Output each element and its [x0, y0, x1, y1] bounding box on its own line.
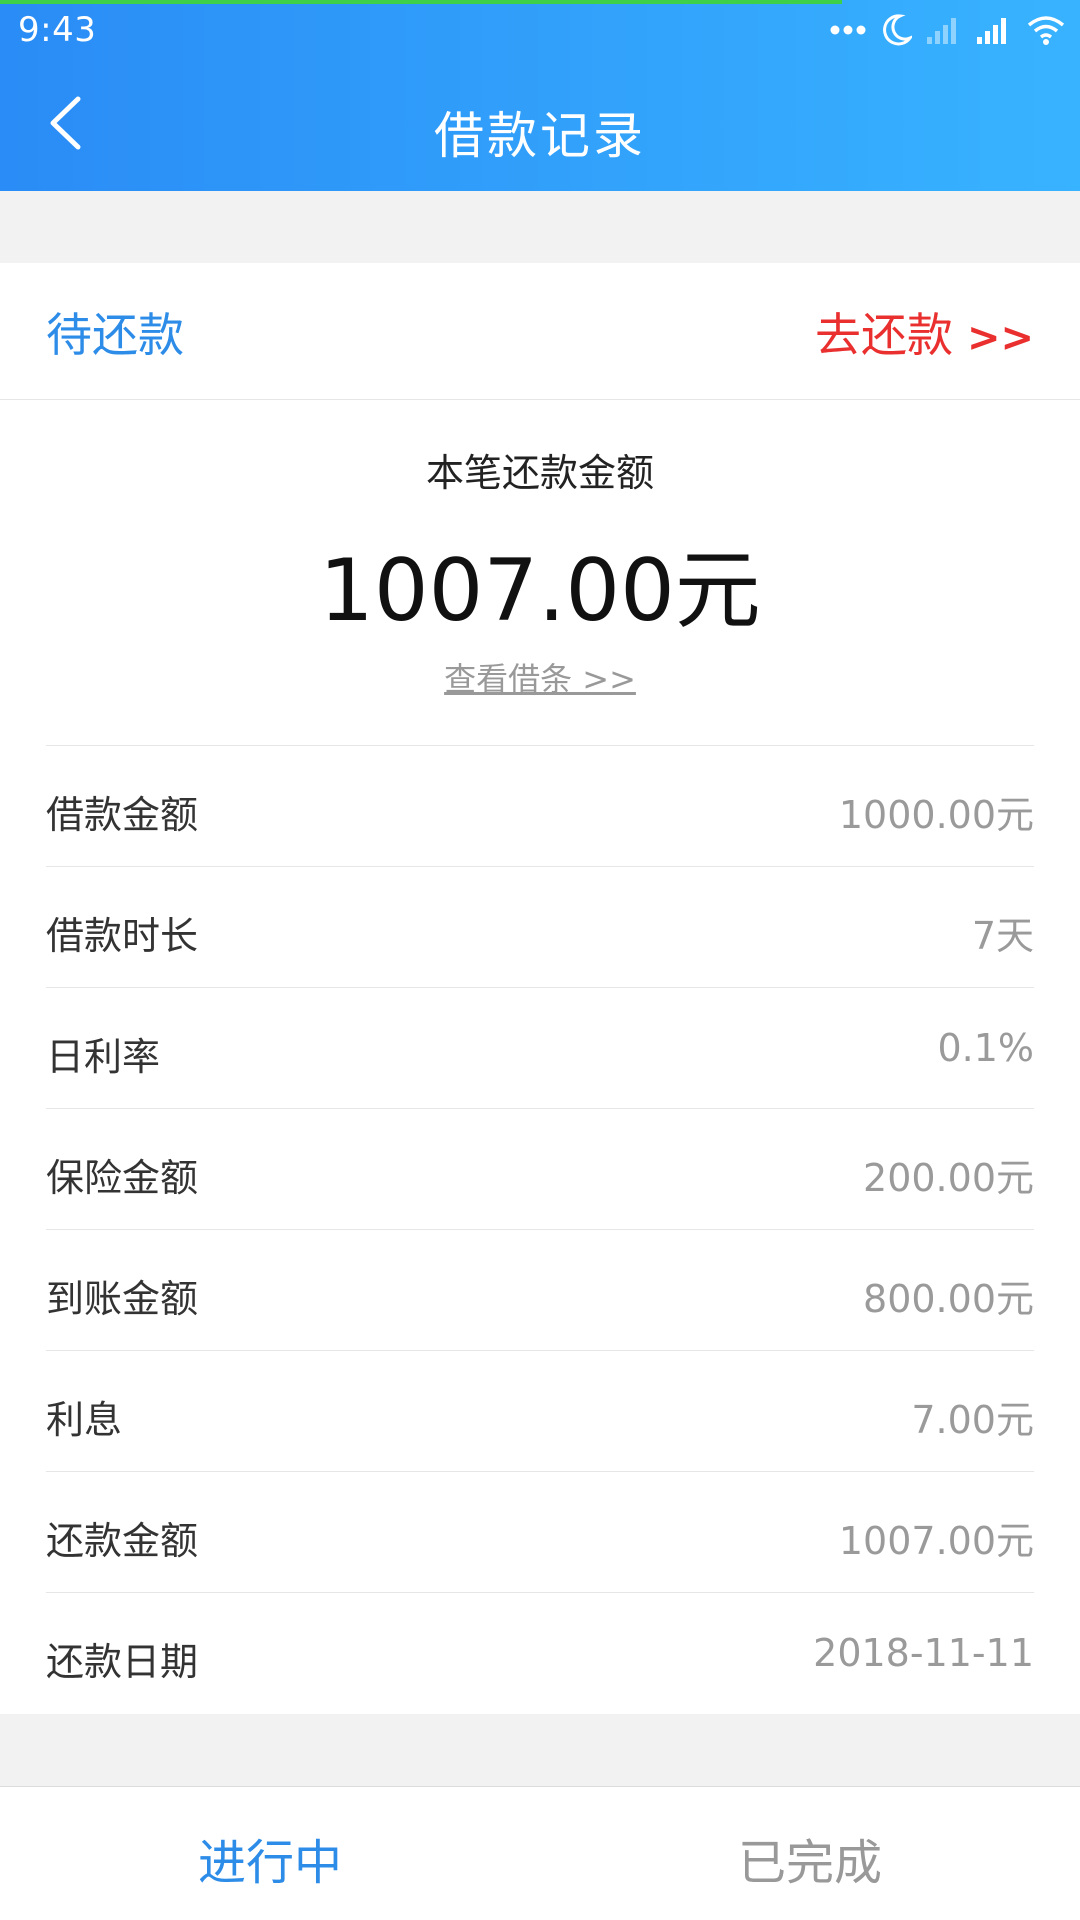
detail-row: 到账金额 800.00元 — [46, 1229, 1034, 1350]
detail-value: 800.00元 — [863, 1277, 1034, 1321]
detail-list: 借款金额 1000.00元 借款时长 7天 日利率 0.1% 保险金额 200.… — [46, 745, 1034, 1713]
bottom-tab-bar: 进行中 已完成 — [0, 1786, 1080, 1920]
detail-label: 还款日期 — [46, 1640, 199, 1684]
detail-row: 还款日期 2018-11-11 — [46, 1592, 1034, 1713]
detail-label: 到账金额 — [46, 1277, 199, 1321]
detail-label: 借款时长 — [46, 914, 199, 958]
detail-row: 还款金额 1007.00元 — [46, 1471, 1034, 1592]
detail-value: 1007.00元 — [838, 1519, 1034, 1563]
detail-label: 利息 — [46, 1398, 123, 1442]
detail-row: 日利率 0.1% — [46, 987, 1034, 1108]
signal-weak-icon — [926, 15, 962, 45]
signal-icon — [976, 15, 1012, 45]
detail-row: 利息 7.00元 — [46, 1350, 1034, 1471]
detail-label: 日利率 — [46, 1035, 161, 1079]
repay-summary: 本笔还款金额 1007.00元 查看借条 >> — [0, 400, 1080, 745]
tab-completed[interactable]: 已完成 — [540, 1823, 1080, 1893]
detail-label: 借款金额 — [46, 793, 199, 837]
more-dots-icon — [830, 24, 866, 36]
detail-value: 7.00元 — [911, 1398, 1034, 1442]
status-time: 9:43 — [18, 10, 97, 50]
detail-row: 保险金额 200.00元 — [46, 1108, 1034, 1229]
detail-value: 200.00元 — [863, 1156, 1034, 1200]
detail-value: 0.1% — [937, 1026, 1034, 1070]
detail-value: 7天 — [971, 914, 1034, 958]
go-repay-button[interactable]: 去还款 >> — [815, 299, 1034, 365]
summary-label: 本笔还款金额 — [425, 451, 654, 495]
detail-value: 2018-11-11 — [813, 1631, 1034, 1675]
detail-row: 借款金额 1000.00元 — [46, 745, 1034, 866]
detail-value: 1000.00元 — [838, 793, 1034, 837]
status-bar: 9:43 — [0, 0, 1080, 60]
go-repay-label: 去还款 — [814, 308, 953, 362]
wifi-icon — [1026, 14, 1066, 46]
loan-status-bar: 待还款 去还款 >> — [0, 263, 1080, 400]
moon-icon — [880, 13, 912, 47]
view-note-link[interactable]: 查看借条 >> — [0, 654, 1080, 700]
loan-card: 待还款 去还款 >> 本笔还款金额 1007.00元 查看借条 >> 借款金额 1… — [0, 263, 1080, 1714]
nav-bar: 借款记录 — [0, 60, 1080, 191]
header: 9:43 借款记录 — [0, 0, 1080, 191]
detail-row: 借款时长 7天 — [46, 866, 1034, 987]
loan-status-label: 待还款 — [46, 308, 184, 362]
double-arrow-icon: >> — [966, 315, 1034, 361]
summary-amount: 1007.00元 — [319, 541, 761, 641]
status-icons — [830, 10, 1066, 50]
detail-label: 还款金额 — [46, 1519, 199, 1563]
page-title: 借款记录 — [434, 107, 646, 165]
detail-label: 保险金额 — [46, 1156, 199, 1200]
app-screen: 9:43 借款记录 待还款 去还款 >> 本笔还款金额 1007.00元 查看借… — [0, 0, 1080, 1920]
tab-in-progress[interactable]: 进行中 — [0, 1823, 540, 1893]
